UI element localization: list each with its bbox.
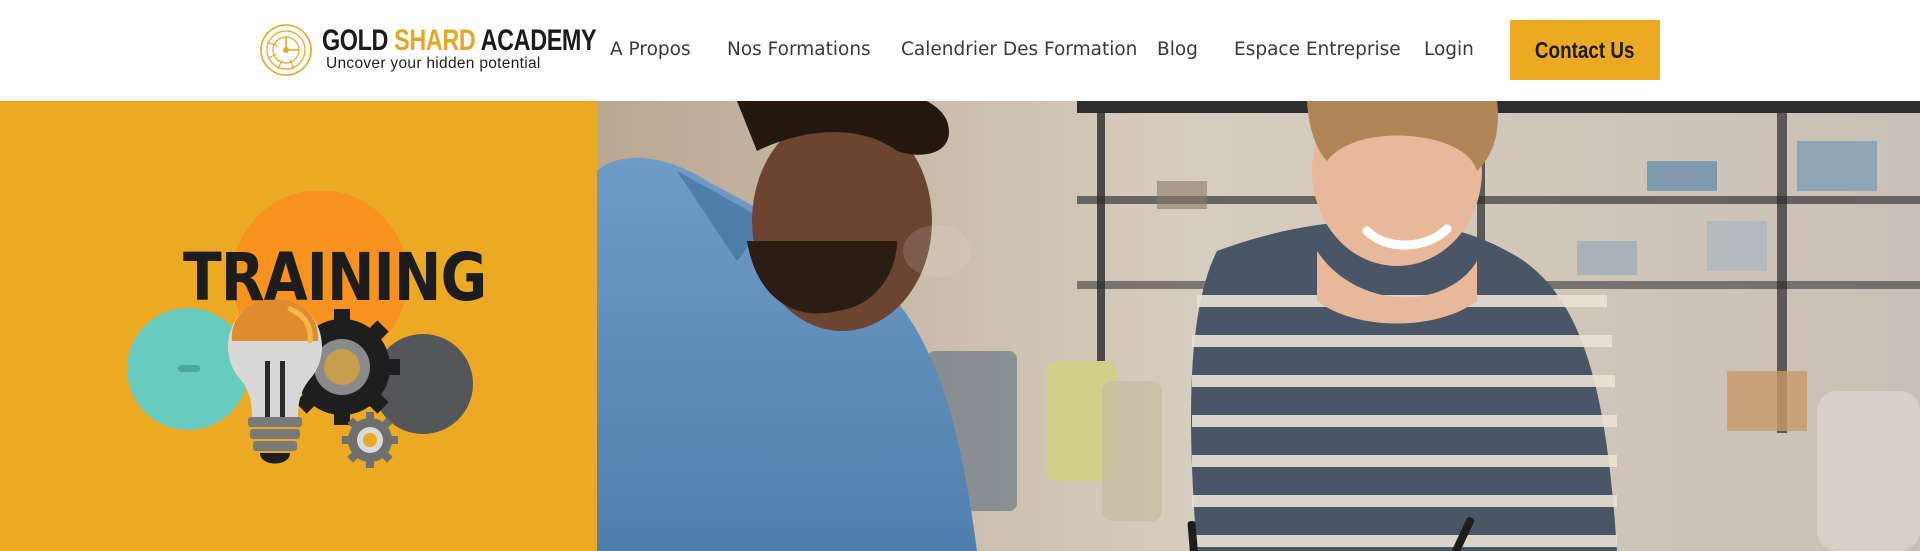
nav-link-nos-formations[interactable]: Nos Formations — [727, 38, 871, 62]
nav-link-espace-entreprise[interactable]: Espace Entreprise — [1234, 38, 1401, 62]
lightbulb-icon — [227, 299, 323, 464]
nav-link-calendrier[interactable]: Calendrier Des Formation — [901, 38, 1137, 62]
logo-word-gold: GOLD — [322, 24, 389, 57]
training-title: TRAINING — [183, 239, 487, 316]
logo-title: GOLD SHARD ACADEMY — [322, 24, 597, 58]
logo-tagline: Uncover your hidden potential — [326, 55, 541, 72]
nav-link-blog[interactable]: Blog — [1157, 38, 1198, 62]
logo-mark-icon — [260, 24, 312, 76]
site-header: GOLD SHARD ACADEMY Uncover your hidden p… — [0, 0, 1920, 101]
contact-us-label: Contact Us — [1535, 36, 1635, 63]
students-photo — [597, 101, 1920, 551]
nav-link-login[interactable]: Login — [1424, 38, 1474, 62]
site-logo[interactable]: GOLD SHARD ACADEMY Uncover your hidden p… — [258, 22, 597, 78]
training-illustration — [127, 191, 473, 468]
logo-word-shard: SHARD — [394, 24, 476, 57]
contact-us-button[interactable]: Contact Us — [1510, 20, 1660, 80]
logo-word-academy: ACADEMY — [480, 24, 597, 57]
hero-training-panel: TRAINING — [0, 101, 597, 551]
hero-photo — [597, 101, 1920, 551]
nav-link-a-propos[interactable]: A Propos — [610, 38, 691, 62]
small-gear-icon — [342, 412, 398, 468]
